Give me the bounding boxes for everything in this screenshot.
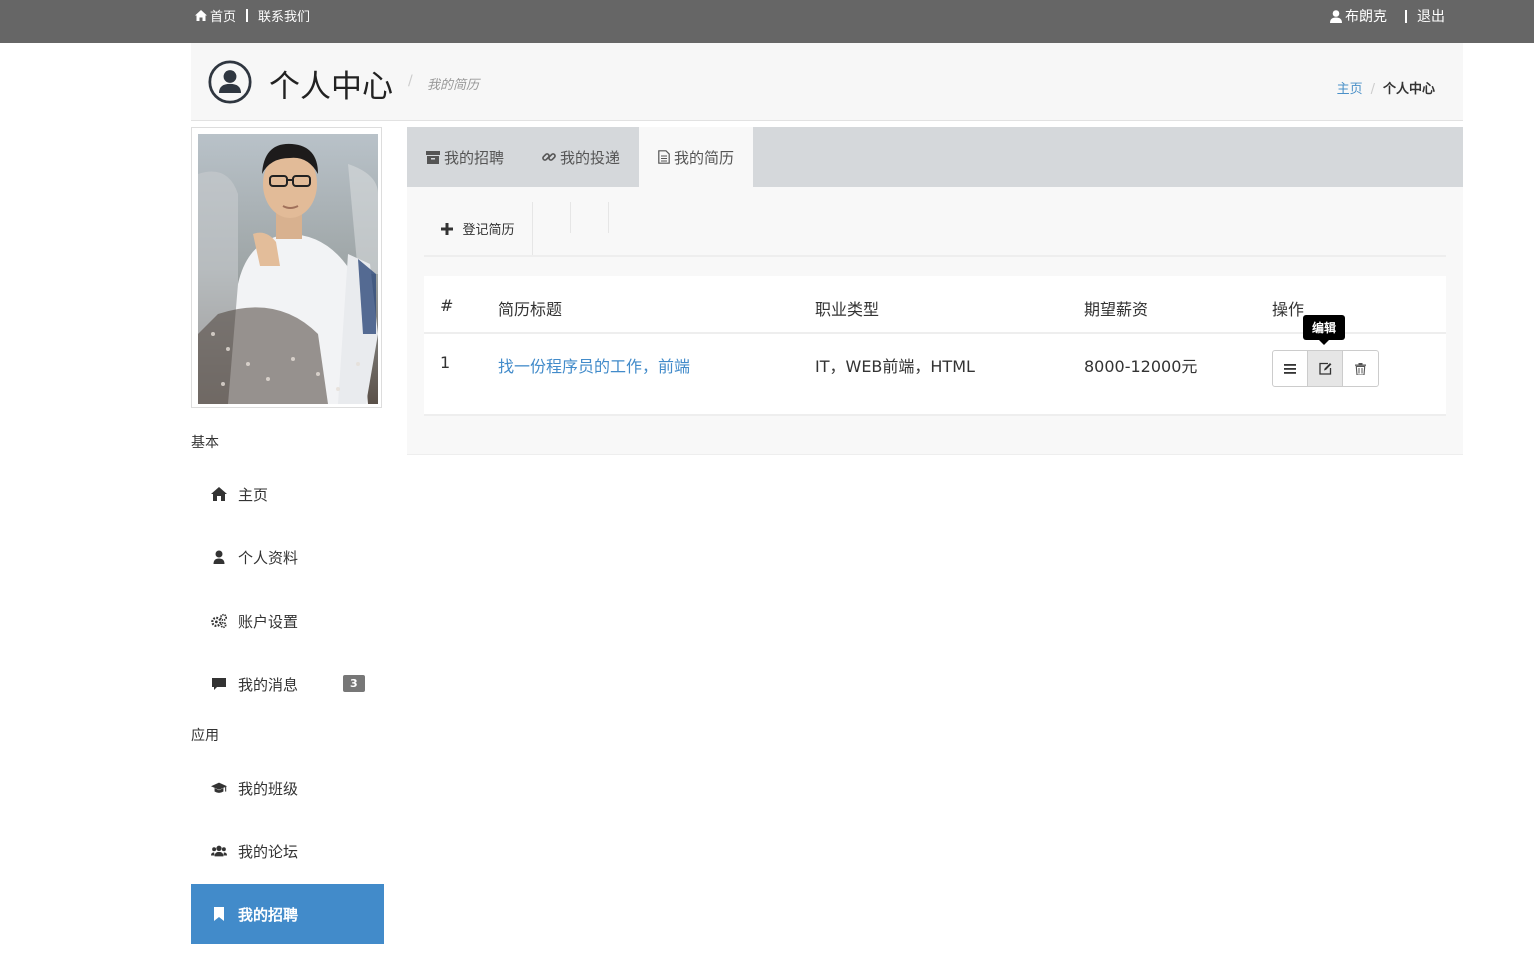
top-nav-right: 布朗克 退出 bbox=[1330, 6, 1445, 26]
view-details-button[interactable] bbox=[1273, 351, 1308, 386]
add-resume-label: 登记简历 bbox=[462, 223, 515, 238]
divider bbox=[1405, 9, 1407, 23]
gears-icon bbox=[211, 613, 227, 629]
main-panel: 我的招聘 我的投递 我的简历 登记简历 # 简历标题 职业类型 期望薪资 操作 … bbox=[407, 127, 1463, 455]
user-icon bbox=[1330, 9, 1342, 23]
breadcrumb: 主页 / 个人中心 bbox=[1337, 78, 1435, 97]
toolbar-divider bbox=[608, 202, 609, 233]
sidebar-item-label: 我的招聘 bbox=[238, 905, 299, 924]
sidebar-section-basic: 基本 bbox=[191, 435, 219, 451]
column-header-job-type: 职业类型 bbox=[815, 300, 880, 319]
graduation-cap-icon bbox=[211, 782, 227, 793]
tab-my-recruitment[interactable]: 我的招聘 bbox=[407, 127, 523, 187]
archive-icon bbox=[426, 150, 440, 164]
page-header: 个人中心 / 我的简历 主页 / 个人中心 bbox=[191, 43, 1463, 121]
resume-toolbar: 登记简历 bbox=[424, 202, 1446, 257]
tab-label: 我的招聘 bbox=[444, 148, 505, 167]
sidebar-item-home[interactable]: 主页 bbox=[191, 464, 384, 524]
sidebar-item-my-forum[interactable]: 我的论坛 bbox=[191, 821, 384, 881]
bookmark-icon bbox=[214, 907, 224, 921]
page-title: 个人中心 bbox=[269, 69, 393, 105]
user-icon bbox=[213, 550, 225, 564]
trash-icon bbox=[1355, 362, 1366, 375]
sidebar-item-label: 主页 bbox=[238, 485, 269, 504]
profile-photo-frame bbox=[191, 127, 382, 408]
breadcrumb-home-link[interactable]: 主页 bbox=[1337, 82, 1363, 97]
sidebar-item-label: 账户设置 bbox=[238, 612, 299, 631]
sidebar-item-profile[interactable]: 个人资料 bbox=[191, 527, 384, 587]
delete-button[interactable] bbox=[1343, 351, 1378, 386]
sidebar-item-account-settings[interactable]: 账户设置 bbox=[191, 591, 384, 651]
list-icon bbox=[1284, 363, 1296, 374]
file-icon bbox=[658, 150, 670, 164]
comment-icon bbox=[212, 678, 226, 690]
sidebar-item-messages[interactable]: 我的消息 3 bbox=[191, 654, 384, 714]
toolbar-divider bbox=[570, 202, 571, 233]
column-header-actions: 操作 bbox=[1272, 300, 1305, 319]
link-icon bbox=[542, 153, 556, 161]
sidebar-section-apps: 应用 bbox=[191, 728, 219, 744]
resume-title-link[interactable]: 找一份程序员的工作，前端 bbox=[498, 353, 690, 377]
row-action-group bbox=[1272, 350, 1379, 387]
sidebar-item-label: 我的论坛 bbox=[238, 842, 299, 861]
home-icon bbox=[195, 10, 207, 21]
user-circle-icon bbox=[208, 60, 252, 104]
plus-icon bbox=[441, 222, 454, 235]
top-navbar: 首页 联系我们 布朗克 退出 bbox=[0, 0, 1534, 43]
sidebar-item-my-class[interactable]: 我的班级 bbox=[191, 758, 384, 818]
top-home-link[interactable]: 首页 bbox=[195, 6, 236, 25]
top-contact-link[interactable]: 联系我们 bbox=[258, 6, 310, 25]
job-type-cell: IT，WEB前端，HTML bbox=[815, 357, 975, 376]
page-subtitle: 我的简历 bbox=[427, 78, 480, 93]
salary-cell: 8000-12000元 bbox=[1084, 357, 1198, 376]
breadcrumb-divider: / bbox=[1370, 82, 1375, 97]
tab-bar: 我的招聘 我的投递 我的简历 bbox=[407, 127, 1463, 187]
tab-my-applications[interactable]: 我的投递 bbox=[523, 127, 639, 187]
user-menu-link[interactable]: 布朗克 bbox=[1330, 6, 1387, 26]
sidebar-item-label: 个人资料 bbox=[238, 548, 299, 567]
message-count-badge: 3 bbox=[343, 675, 365, 692]
divider bbox=[246, 9, 249, 22]
tab-label: 我的投递 bbox=[560, 148, 621, 167]
add-resume-button[interactable]: 登记简历 bbox=[424, 202, 533, 255]
sidebar-item-label: 我的消息 bbox=[238, 675, 299, 694]
sidebar-item-my-recruitment[interactable]: 我的招聘 bbox=[191, 884, 384, 944]
home-icon bbox=[211, 487, 227, 501]
top-home-label: 首页 bbox=[210, 10, 237, 25]
breadcrumb-current: 个人中心 bbox=[1382, 82, 1435, 97]
title-separator: / bbox=[408, 73, 413, 89]
column-header-number: # bbox=[440, 296, 454, 315]
column-header-salary: 期望薪资 bbox=[1084, 300, 1149, 319]
edit-button[interactable] bbox=[1308, 351, 1343, 386]
logout-link[interactable]: 退出 bbox=[1417, 6, 1445, 26]
sidebar-item-label: 我的班级 bbox=[238, 779, 299, 798]
profile-photo[interactable] bbox=[198, 134, 378, 404]
resume-table: # 简历标题 职业类型 期望薪资 操作 1 找一份程序员的工作，前端 IT，WE… bbox=[424, 276, 1446, 416]
tab-label: 我的简历 bbox=[674, 148, 735, 167]
tab-my-resume[interactable]: 我的简历 bbox=[639, 127, 754, 187]
row-number: 1 bbox=[440, 353, 451, 372]
user-name: 布朗克 bbox=[1345, 9, 1387, 25]
users-icon bbox=[211, 845, 227, 857]
top-nav-left: 首页 联系我们 bbox=[195, 6, 310, 25]
column-header-title: 简历标题 bbox=[498, 300, 563, 319]
header-divider bbox=[424, 332, 1446, 334]
edit-icon bbox=[1318, 362, 1331, 375]
edit-tooltip: 编辑 bbox=[1303, 315, 1346, 345]
